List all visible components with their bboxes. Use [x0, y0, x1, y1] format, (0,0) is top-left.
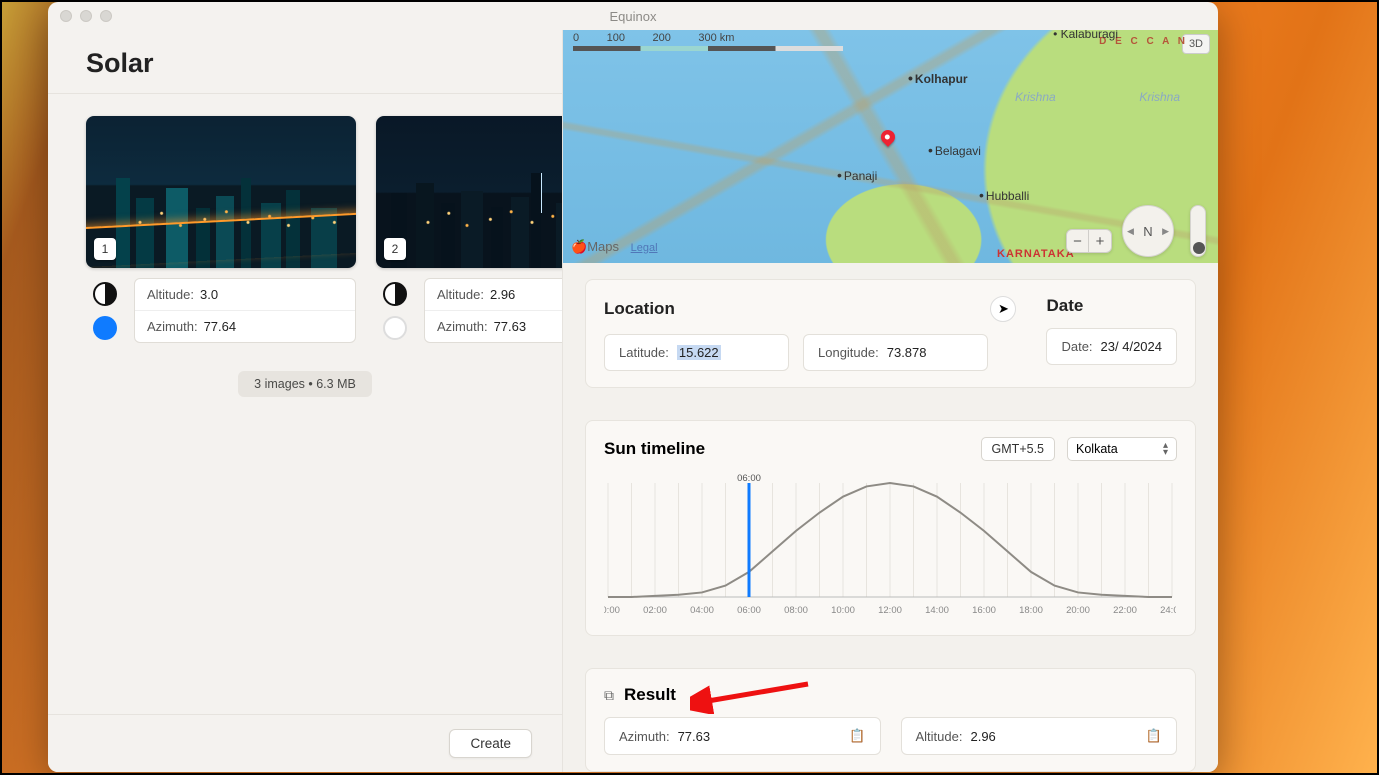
color-dot-icon[interactable]	[383, 316, 407, 340]
map-scale: 0 100 200 300 km	[573, 32, 843, 51]
titlebar[interactable]: Equinox	[48, 2, 1218, 30]
azimuth-value: 77.63	[494, 319, 527, 334]
look-around-slider[interactable]	[1190, 205, 1206, 257]
svg-text:00:00: 00:00	[604, 605, 620, 616]
close-icon[interactable]	[60, 10, 72, 22]
page-title: Solar	[48, 30, 562, 94]
image-cards: 1 Altitude: 3.0	[48, 94, 562, 343]
svg-text:08:00: 08:00	[784, 605, 808, 616]
svg-text:06:00: 06:00	[737, 605, 761, 616]
result-azimuth-value: 77.63	[678, 729, 711, 744]
color-dot-icon[interactable]	[93, 316, 117, 340]
timezone-city-select[interactable]: Kolkata ▴▾	[1067, 437, 1177, 461]
map-city-label: • Kalaburagi	[1053, 30, 1118, 41]
map-city-label: Panaji	[837, 167, 877, 183]
date-field[interactable]: Date: 23/ 4/2024	[1046, 328, 1177, 365]
sun-timeline-chart[interactable]: 06:00 00:00 02:00 04:00 06:00 08:00 10:00 12:00…	[604, 469, 1177, 619]
svg-text:20:00: 20:00	[1066, 605, 1090, 616]
svg-text:06:00: 06:00	[737, 473, 761, 484]
altitude-value: 3.0	[200, 287, 218, 302]
map-river-label: Krishna	[1139, 90, 1180, 104]
zoom-out-button[interactable]: −	[1067, 230, 1089, 252]
svg-text:22:00: 22:00	[1113, 605, 1137, 616]
location-date-panel: Location ➤ Latitude: 15.622 Longitude:	[585, 279, 1196, 388]
map-city-label: Kolhapur	[908, 70, 968, 86]
image-card[interactable]: 1 Altitude: 3.0	[86, 116, 356, 343]
map-city-label: Belagavi	[928, 142, 981, 158]
left-pane: Solar 1	[48, 30, 563, 772]
date-value[interactable]: 23/ 4/2024	[1101, 339, 1162, 354]
map-state-label: KARNATAKA	[997, 248, 1075, 260]
thumbnail[interactable]: 1	[86, 116, 356, 268]
azimuth-value: 77.64	[204, 319, 237, 334]
location-heading: Location	[604, 299, 675, 319]
map-city-label: Hubballi	[979, 187, 1029, 203]
azimuth-label: Azimuth:	[437, 319, 488, 334]
contrast-icon[interactable]	[93, 282, 117, 306]
locate-me-button[interactable]: ➤	[990, 296, 1016, 322]
svg-text:16:00: 16:00	[972, 605, 996, 616]
summary-pill: 3 images • 6.3 MB	[238, 371, 372, 397]
app-window: Equinox Solar 1	[48, 2, 1218, 772]
altitude-label: Altitude:	[437, 287, 484, 302]
svg-text:14:00: 14:00	[925, 605, 949, 616]
timeline-heading: Sun timeline	[604, 439, 705, 459]
apple-logo-icon: 🍎	[571, 239, 587, 254]
create-button[interactable]: Create	[449, 729, 532, 758]
svg-text:24:00: 24:00	[1160, 605, 1176, 616]
result-heading: Result	[624, 685, 676, 705]
svg-text:12:00: 12:00	[878, 605, 902, 616]
zoom-in-button[interactable]: +	[1089, 230, 1111, 252]
result-azimuth-field: Azimuth: 77.63 📋	[604, 717, 881, 755]
contrast-icon[interactable]	[383, 282, 407, 306]
latitude-field[interactable]: Latitude: 15.622	[604, 334, 789, 371]
date-heading: Date	[1046, 296, 1083, 316]
copy-icon[interactable]: 📋	[1146, 728, 1162, 744]
copy-icon[interactable]: 📋	[849, 728, 865, 744]
map-attribution: 🍎Maps Legal	[571, 239, 658, 255]
map-zoom: − +	[1066, 229, 1112, 253]
annotation-arrow-icon	[690, 674, 820, 714]
chevron-updown-icon: ▴▾	[1163, 442, 1168, 456]
sun-timeline-panel: Sun timeline GMT+5.5 Kolkata ▴▾ 06:00 00:…	[585, 420, 1196, 636]
map-legal-link[interactable]: Legal	[631, 242, 658, 254]
image-card[interactable]: 2 Altitude: 2.96	[376, 116, 562, 343]
svg-text:18:00: 18:00	[1019, 605, 1043, 616]
thumbnail[interactable]: 2	[376, 116, 562, 268]
result-panel: ⧉ Result Azimuth: 77.63 📋 Altitude: 2.96…	[585, 668, 1196, 772]
timezone-offset-pill[interactable]: GMT+5.5	[981, 437, 1055, 461]
longitude-field[interactable]: Longitude: 73.878	[803, 334, 988, 371]
card-number-badge: 2	[384, 238, 406, 260]
svg-text:10:00: 10:00	[831, 605, 855, 616]
minimize-icon[interactable]	[80, 10, 92, 22]
card-number-badge: 1	[94, 238, 116, 260]
window-title: Equinox	[48, 9, 1218, 24]
map-river-label: Krishna	[1015, 90, 1056, 104]
latitude-value[interactable]: 15.622	[677, 345, 721, 360]
zoom-icon[interactable]	[100, 10, 112, 22]
result-altitude-field: Altitude: 2.96 📋	[901, 717, 1178, 755]
longitude-value[interactable]: 73.878	[887, 345, 927, 360]
azimuth-label: Azimuth:	[147, 319, 198, 334]
copy-all-icon[interactable]: ⧉	[604, 687, 614, 704]
svg-text:02:00: 02:00	[643, 605, 667, 616]
right-pane: 0 100 200 300 km 3D D E C C A N • Kalabu…	[563, 30, 1218, 772]
compass-icon[interactable]: N	[1122, 205, 1174, 257]
svg-text:04:00: 04:00	[690, 605, 714, 616]
altitude-value: 2.96	[490, 287, 515, 302]
map[interactable]: 0 100 200 300 km 3D D E C C A N • Kalabu…	[563, 30, 1218, 263]
result-altitude-value: 2.96	[970, 729, 995, 744]
altitude-label: Altitude:	[147, 287, 194, 302]
